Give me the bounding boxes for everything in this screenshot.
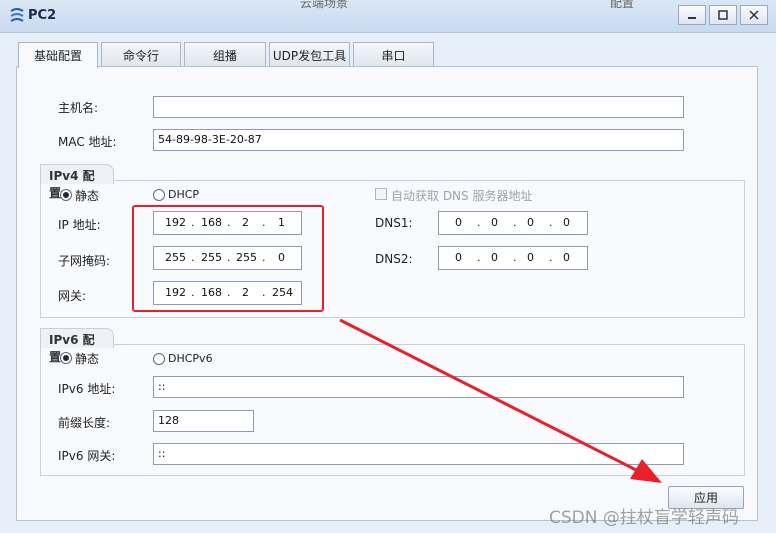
csdn-watermark: CSDN @拄杖盲学轻声码 xyxy=(549,508,739,528)
arrow-head xyxy=(630,459,662,483)
tab-basic-config[interactable]: 基础配置 xyxy=(18,42,98,68)
annotation-arrow xyxy=(339,318,662,483)
arrow-shaft xyxy=(339,318,649,478)
